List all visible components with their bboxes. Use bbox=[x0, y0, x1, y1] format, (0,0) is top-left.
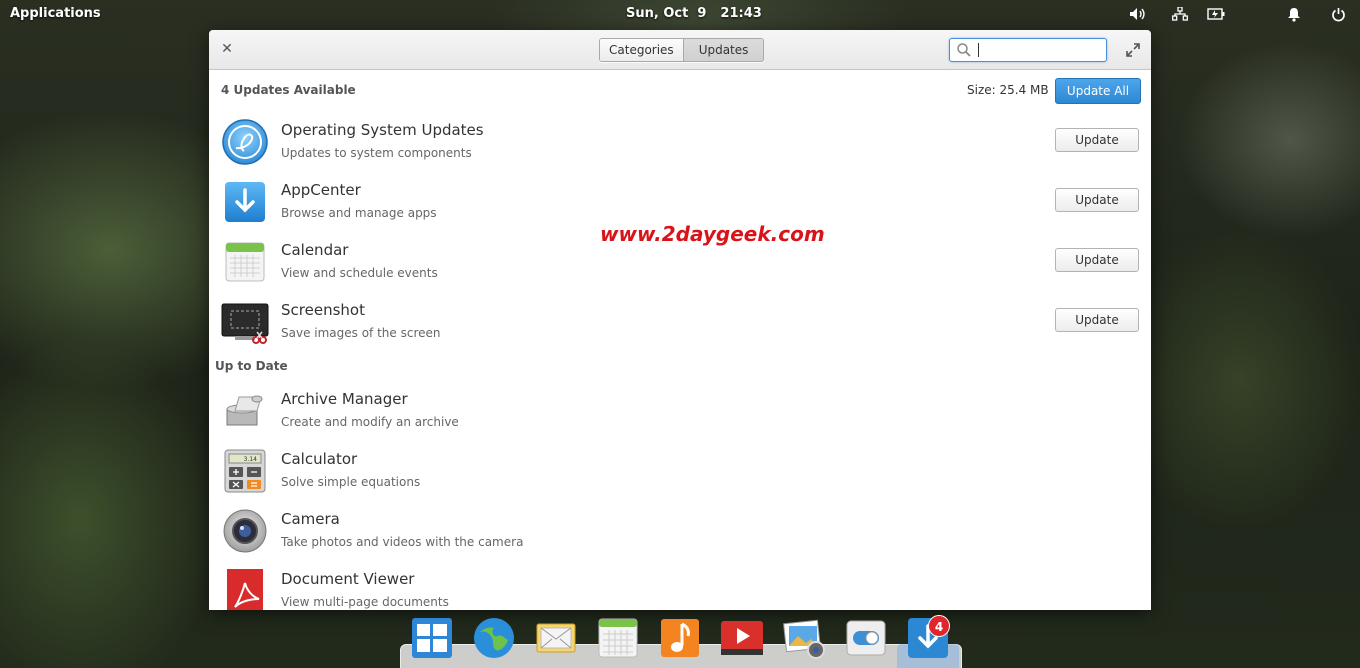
desktop-wallpaper: Applications Sun, Oct 9 21:43 ✕ Categorie… bbox=[0, 0, 1360, 668]
update-button[interactable]: Update bbox=[1055, 188, 1139, 212]
mail-icon[interactable] bbox=[534, 616, 578, 660]
elementary-logo-icon bbox=[222, 119, 268, 165]
search-icon bbox=[957, 43, 971, 57]
update-count-badge: 4 bbox=[928, 615, 950, 637]
camera-icon bbox=[223, 509, 267, 553]
update-button[interactable]: Update bbox=[1055, 128, 1139, 152]
archive-manager-icon bbox=[226, 395, 263, 426]
item-description: Browse and manage apps bbox=[281, 206, 437, 220]
tab-updates[interactable]: Updates bbox=[682, 39, 764, 61]
applications-menu[interactable]: Applications bbox=[10, 6, 101, 21]
list-item[interactable]: 3.14 Calculator Solve simple equations bbox=[209, 439, 1151, 499]
clock[interactable]: Sun, Oct 9 21:43 bbox=[626, 6, 776, 21]
item-name: Calculator bbox=[281, 450, 358, 468]
list-item[interactable]: Document Viewer View multi-page document… bbox=[209, 559, 1151, 610]
item-name: Camera bbox=[281, 510, 340, 528]
volume-icon[interactable] bbox=[1128, 5, 1148, 23]
up-to-date-header: Up to Date bbox=[215, 359, 288, 373]
list-item[interactable]: Archive Manager Create and modify an arc… bbox=[209, 379, 1151, 439]
item-description: Save images of the screen bbox=[281, 326, 441, 340]
date-label: Sun, Oct 9 bbox=[626, 6, 707, 21]
list-item[interactable]: Camera Take photos and videos with the c… bbox=[209, 499, 1151, 559]
calendar-icon[interactable] bbox=[596, 616, 640, 660]
item-name: Screenshot bbox=[281, 301, 365, 319]
update-button[interactable]: Update bbox=[1055, 308, 1139, 332]
updates-list: 4 Updates Available Size: 25.4 MB Update… bbox=[209, 70, 1151, 610]
document-viewer-icon bbox=[227, 569, 263, 610]
notifications-icon[interactable] bbox=[1284, 5, 1304, 23]
text-caret bbox=[978, 43, 979, 57]
power-icon[interactable] bbox=[1328, 5, 1348, 23]
videos-icon[interactable] bbox=[720, 616, 764, 660]
update-button[interactable]: Update bbox=[1055, 248, 1139, 272]
appcenter-window: ✕ Categories Updates 4 Updates Available… bbox=[209, 30, 1151, 610]
update-all-button[interactable]: Update All bbox=[1055, 78, 1141, 104]
item-description: Updates to system components bbox=[281, 146, 472, 160]
browser-icon[interactable] bbox=[472, 616, 516, 660]
item-description: Solve simple equations bbox=[281, 475, 421, 489]
watermark: www.2daygeek.com bbox=[600, 222, 825, 246]
search-input[interactable] bbox=[980, 41, 1104, 59]
list-item[interactable]: AppCenter Browse and manage apps Update bbox=[209, 170, 1151, 230]
item-name: Document Viewer bbox=[281, 570, 415, 588]
item-description: View multi-page documents bbox=[281, 595, 449, 609]
item-name: Operating System Updates bbox=[281, 121, 484, 139]
music-icon[interactable] bbox=[658, 616, 702, 660]
item-description: Create and modify an archive bbox=[281, 415, 459, 429]
calendar-icon bbox=[225, 242, 265, 282]
list-item[interactable]: Operating System Updates Updates to syst… bbox=[209, 110, 1151, 170]
item-description: View and schedule events bbox=[281, 266, 438, 280]
photos-icon[interactable] bbox=[782, 616, 826, 660]
item-name: Archive Manager bbox=[281, 390, 408, 408]
search-field[interactable] bbox=[949, 38, 1107, 62]
tab-categories[interactable]: Categories bbox=[600, 39, 683, 61]
time-label: 21:43 bbox=[720, 6, 762, 21]
calculator-icon: 3.14 bbox=[224, 449, 266, 493]
maximize-icon[interactable] bbox=[1125, 42, 1141, 58]
multitasking-icon[interactable] bbox=[410, 616, 454, 660]
top-panel: Applications Sun, Oct 9 21:43 bbox=[0, 0, 1360, 28]
screenshot-icon bbox=[221, 303, 269, 344]
download-size: Size: 25.4 MB bbox=[967, 83, 1049, 97]
item-name: AppCenter bbox=[281, 181, 361, 199]
svg-text:3.14: 3.14 bbox=[244, 456, 258, 463]
list-item[interactable]: Screenshot Save images of the screen Upd… bbox=[209, 290, 1151, 350]
item-description: Take photos and videos with the camera bbox=[281, 535, 524, 549]
headerbar: ✕ Categories Updates bbox=[209, 30, 1151, 70]
item-name: Calendar bbox=[281, 241, 349, 259]
appcenter-icon bbox=[225, 182, 265, 222]
close-icon[interactable]: ✕ bbox=[219, 40, 235, 58]
view-switcher: Categories Updates bbox=[599, 38, 765, 62]
updates-available-header: 4 Updates Available bbox=[221, 83, 356, 97]
settings-icon[interactable] bbox=[844, 616, 888, 660]
network-icon[interactable] bbox=[1170, 5, 1190, 23]
battery-icon[interactable] bbox=[1206, 5, 1226, 23]
